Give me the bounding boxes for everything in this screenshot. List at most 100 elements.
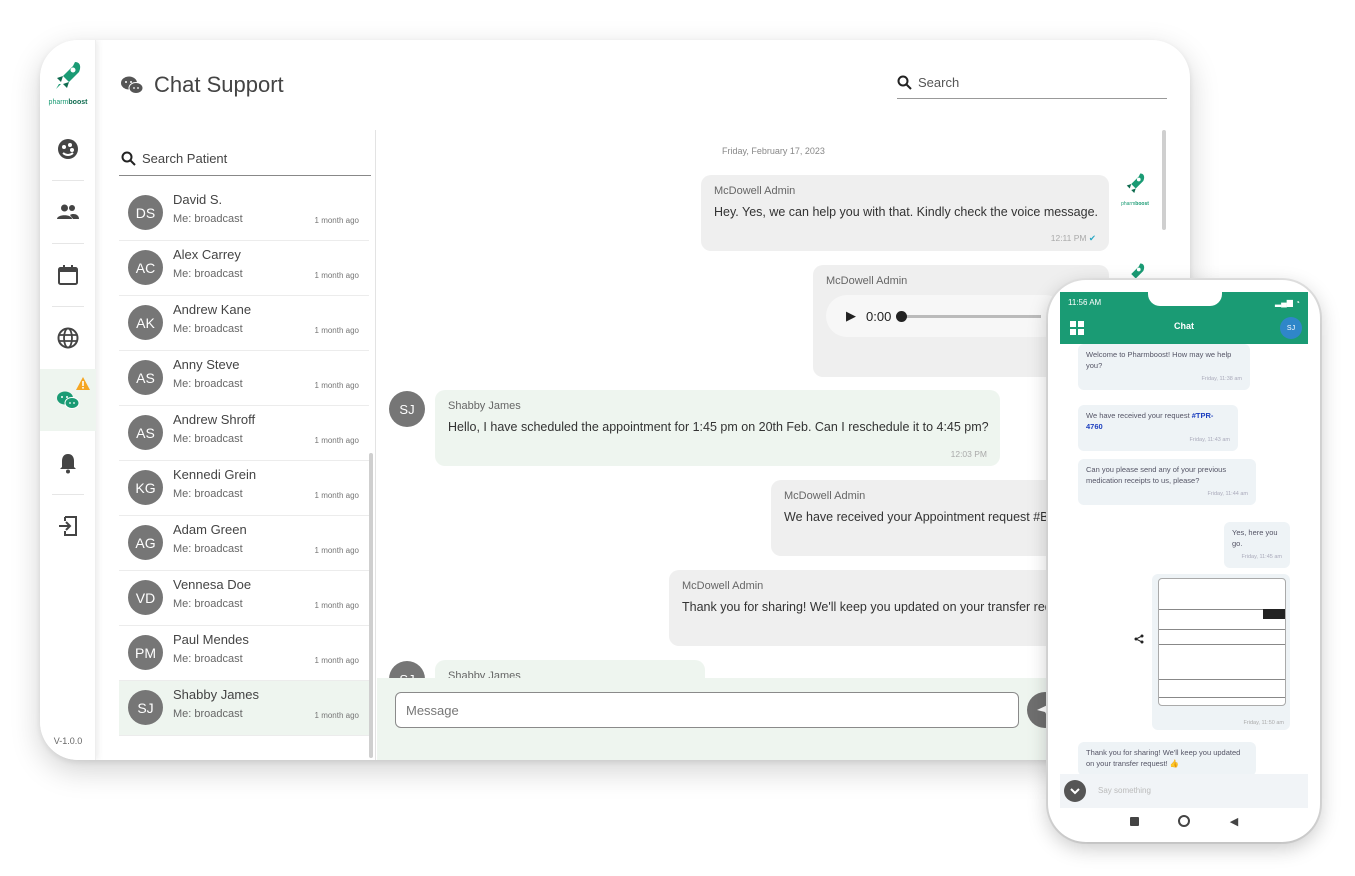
patient-time: 1 month ago: [314, 601, 359, 610]
back-icon[interactable]: ◀: [1230, 815, 1238, 828]
mobile-phone: 11:56 AM ▂▄▆ ◔ Chat SJ Welcome to Pharmb…: [1048, 280, 1320, 842]
patient-search-input[interactable]: Search Patient: [119, 142, 371, 176]
chat-icon: [121, 76, 144, 94]
patient-last-message: Me: broadcast: [173, 213, 243, 225]
sidebar-item-notifications[interactable]: [40, 432, 96, 494]
patient-row[interactable]: AK Andrew Kane Me: broadcast 1 month ago: [119, 296, 369, 351]
message-author: McDowell Admin: [826, 275, 908, 287]
play-icon[interactable]: ▶: [846, 308, 856, 324]
avatar[interactable]: SJ: [1280, 317, 1302, 339]
avatar: AK: [128, 305, 163, 340]
patient-last-message: Me: broadcast: [173, 598, 243, 610]
patient-time: 1 month ago: [314, 491, 359, 500]
patient-row[interactable]: DS David S. Me: broadcast 1 month ago: [119, 186, 369, 241]
android-nav-bar: ◀: [1060, 808, 1308, 834]
avatar: VD: [128, 580, 163, 615]
patient-row[interactable]: AS Anny Steve Me: broadcast 1 month ago: [119, 351, 369, 406]
globe-icon: [57, 327, 79, 349]
patient-row[interactable]: KG Kennedi Grein Me: broadcast 1 month ago: [119, 461, 369, 516]
search-placeholder: Search: [918, 74, 960, 90]
sidebar-item-logout[interactable]: [40, 495, 96, 557]
message-input[interactable]: Message: [395, 692, 1019, 728]
patient-row[interactable]: AC Alex Carrey Me: broadcast 1 month ago: [119, 241, 369, 296]
patient-name: Vennesa Doe: [173, 577, 252, 592]
avatar: AS: [128, 415, 163, 450]
sidebar-item-dashboard[interactable]: [40, 118, 96, 180]
page-title: Chat Support: [154, 72, 284, 97]
audio-player[interactable]: ▶ 0:00: [826, 295, 1066, 337]
patient-last-message: Me: broadcast: [173, 488, 243, 500]
audio-seek-knob[interactable]: [896, 310, 908, 322]
audio-time: 0:00: [866, 308, 892, 324]
patient-time: 1 month ago: [314, 381, 359, 390]
brand-name: pharmboost: [48, 99, 88, 106]
patient-name: Andrew Kane: [173, 302, 252, 317]
patient-row[interactable]: VD Vennesa Doe Me: broadcast 1 month ago: [119, 571, 369, 626]
sidebar-item-calendar[interactable]: [40, 244, 96, 306]
recents-icon[interactable]: [1129, 816, 1139, 826]
mobile-message: Can you please send any of your previous…: [1078, 459, 1256, 505]
chevron-down-icon: [1070, 788, 1080, 795]
patient-last-message: Me: broadcast: [173, 708, 243, 720]
patient-name: Anny Steve: [173, 357, 240, 372]
search-icon: [121, 151, 136, 166]
message-text: Thank you for sharing! We'll keep you up…: [682, 600, 1052, 614]
avatar: KG: [128, 470, 163, 505]
audio-seek-bar[interactable]: [896, 310, 1042, 322]
patient-time: 1 month ago: [314, 326, 359, 335]
patient-name: Shabby James: [173, 687, 259, 702]
home-icon[interactable]: [1178, 815, 1191, 827]
sidebar-item-globe[interactable]: [40, 307, 96, 369]
avatar: AG: [128, 525, 163, 560]
patient-name: Paul Mendes: [173, 632, 249, 647]
brand-logo[interactable]: pharmboost: [46, 60, 90, 112]
avatar: PM: [128, 635, 163, 670]
sidebar-item-people[interactable]: [40, 181, 96, 243]
message-text: Hey. Yes, we can help you with that. Kin…: [714, 205, 1099, 219]
patient-time: 1 month ago: [314, 271, 359, 280]
avatar: DS: [128, 195, 163, 230]
app-bar: Chat SJ: [1060, 312, 1308, 344]
mobile-message: Thank you for sharing! We'll keep you up…: [1078, 742, 1256, 774]
mobile-message: Yes, here you go. Friday, 11:45 am: [1224, 522, 1290, 568]
mobile-message-input[interactable]: Say something: [1098, 786, 1151, 795]
patient-time: 1 month ago: [314, 711, 359, 720]
message-time: 12:03 PM: [950, 449, 987, 459]
share-icon[interactable]: [1134, 634, 1144, 644]
patient-last-message: Me: broadcast: [173, 378, 243, 390]
patient-row[interactable]: SJ Shabby James Me: broadcast 1 month ago: [119, 681, 369, 736]
sidebar-item-chat[interactable]: [40, 369, 96, 431]
patient-last-message: Me: broadcast: [173, 323, 243, 335]
chat-scrollbar[interactable]: [1162, 130, 1166, 230]
admin-avatar-label: pharmboost: [1121, 201, 1149, 207]
scroll-down-button[interactable]: [1064, 780, 1086, 802]
calendar-icon: [58, 265, 78, 285]
avatar: SJ: [389, 391, 425, 427]
rocket-logo-icon: [56, 62, 81, 89]
patient-row[interactable]: AG Adam Green Me: broadcast 1 month ago: [119, 516, 369, 571]
stage: pharmboost V-1.0.0 Chat Support Search S…: [0, 0, 1355, 876]
patient-row[interactable]: PM Paul Mendes Me: broadcast 1 month ago: [119, 626, 369, 681]
phone-notch: [1148, 288, 1222, 306]
avatar: AS: [128, 360, 163, 395]
search-icon: [897, 75, 912, 90]
patient-search-placeholder: Search Patient: [142, 151, 228, 166]
message-time: 12:11 PM ✔: [1050, 233, 1096, 243]
patient-name: Adam Green: [173, 522, 247, 537]
global-search-input[interactable]: Search: [897, 66, 1167, 99]
dashboard-icon: [58, 139, 78, 159]
patient-row[interactable]: AS Andrew Shroff Me: broadcast 1 month ago: [119, 406, 369, 461]
bell-icon: [60, 454, 76, 474]
patient-time: 1 month ago: [314, 216, 359, 225]
receipt-image-message[interactable]: Friday, 11:50 am: [1152, 574, 1290, 730]
double-check-icon: ✔: [1088, 233, 1096, 243]
avatar: AC: [128, 250, 163, 285]
status-icons: ▂▄▆ ◔: [1274, 297, 1300, 307]
receipt-time: Friday, 11:50 am: [1243, 720, 1284, 726]
patient-list-panel: Search Patient DS David S. Me: broadcast 1 …: [119, 130, 376, 760]
patient-list-scrollbar[interactable]: [369, 453, 373, 758]
patient-name: Kennedi Grein: [173, 467, 257, 482]
message-author: McDowell Admin: [714, 185, 796, 197]
nav-rail: pharmboost V-1.0.0: [40, 40, 96, 760]
message-bubble: Shabby James Hello, I have scheduled the…: [435, 390, 1000, 466]
